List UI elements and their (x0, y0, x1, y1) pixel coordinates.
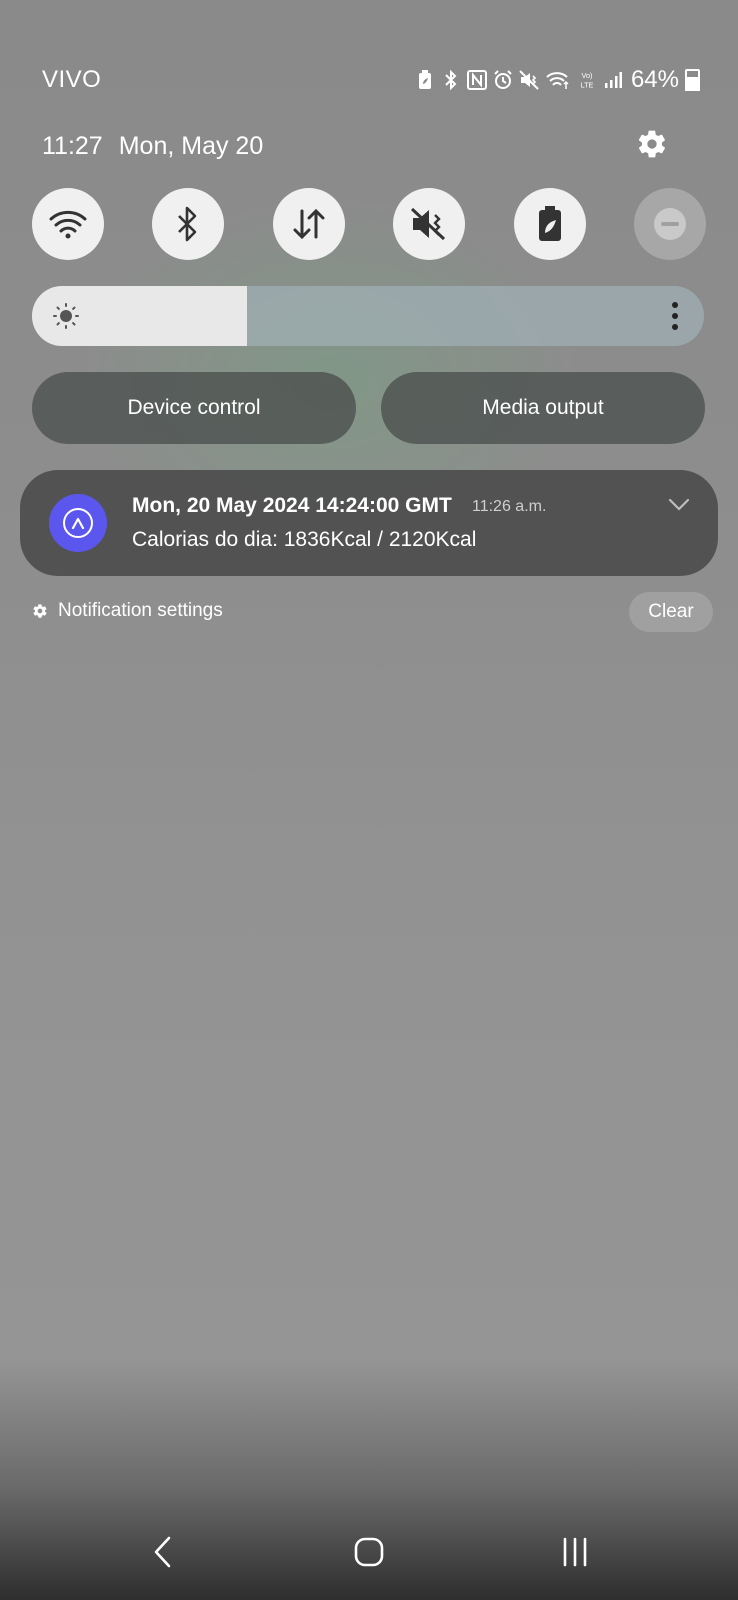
notification-settings-link[interactable]: Notification settings (32, 600, 223, 622)
wifi-icon (49, 210, 87, 239)
notification-time: 11:26 a.m. (472, 498, 547, 515)
volte-icon: Vo) LTE (577, 69, 597, 91)
status-bar: VIVO Vo) LTE 64% (0, 60, 738, 100)
mute-icon (411, 207, 446, 241)
media-output-button[interactable]: Media output (381, 372, 705, 444)
brightness-sun-icon (53, 303, 79, 329)
mute-icon (519, 69, 539, 91)
mobile-data-icon (293, 208, 325, 240)
navigation-bar (0, 1508, 738, 1600)
notification-card[interactable]: Mon, 20 May 2024 14:24:00 GMT 11:26 a.m.… (20, 470, 718, 576)
notification-title: Mon, 20 May 2024 14:24:00 GMT (132, 494, 452, 517)
nfc-icon (466, 69, 487, 91)
notification-body: Calorias do dia: 1836Kcal / 2120Kcal (132, 528, 477, 551)
clear-button[interactable]: Clear (629, 592, 713, 632)
qs-power-saving-toggle[interactable] (513, 188, 586, 260)
battery-percent: 64% (630, 66, 679, 93)
qs-mobile-data-toggle[interactable] (272, 188, 345, 260)
signal-icon (603, 69, 623, 91)
notification-settings-label: Notification settings (58, 600, 223, 621)
datetime-row: 11:27 Mon, May 20 (42, 132, 263, 161)
home-icon (354, 1537, 384, 1567)
recents-button[interactable] (553, 1530, 597, 1574)
do-not-disturb-icon (653, 208, 686, 240)
app-logo-icon (63, 508, 93, 538)
qs-wifi-toggle[interactable] (32, 188, 104, 260)
device-control-button[interactable]: Device control (32, 372, 356, 444)
bluetooth-icon (178, 206, 197, 242)
svg-text:LTE: LTE (581, 80, 594, 89)
bluetooth-icon (441, 69, 461, 91)
qs-mute-toggle[interactable] (393, 188, 466, 260)
home-button[interactable] (347, 1530, 391, 1574)
app-icon (49, 494, 107, 552)
chevron-down-icon[interactable] (668, 498, 690, 512)
qs-do-not-disturb-toggle[interactable] (633, 188, 706, 260)
qs-bluetooth-toggle[interactable] (152, 188, 225, 260)
gear-icon (33, 604, 47, 618)
quick-settings-row (32, 188, 706, 260)
clock-time[interactable]: 11:27 (42, 132, 103, 161)
back-icon (154, 1536, 171, 1568)
more-options-icon[interactable] (668, 300, 682, 332)
date-label[interactable]: Mon, May 20 (119, 132, 264, 161)
recents-icon (563, 1537, 587, 1567)
battery-saver-icon (415, 69, 435, 91)
svg-text:Vo): Vo) (582, 71, 593, 80)
power-saving-icon (538, 206, 561, 241)
wifi-icon (545, 69, 571, 91)
brightness-slider[interactable] (32, 286, 704, 346)
carrier-name: VIVO (42, 66, 102, 93)
back-button[interactable] (141, 1530, 185, 1574)
battery-icon (685, 69, 700, 91)
alarm-icon (493, 69, 513, 91)
status-icons: Vo) LTE 64% (415, 66, 700, 94)
settings-gear-icon[interactable] (636, 128, 668, 160)
